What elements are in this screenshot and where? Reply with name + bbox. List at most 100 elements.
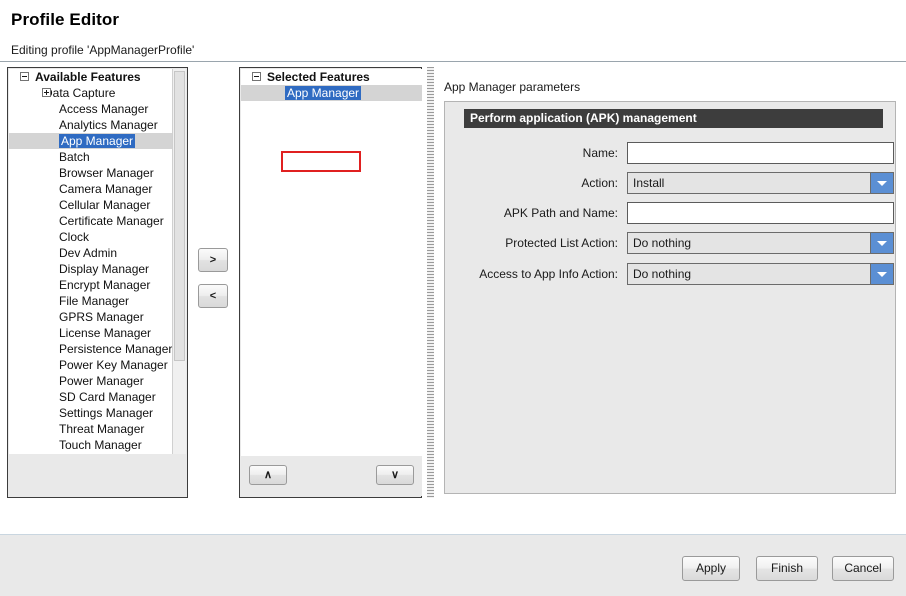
tree-item-label: Batch [59,150,90,164]
tree-item-encrypt-manager[interactable]: Encrypt Manager [9,277,172,293]
tree-item-label: GPRS Manager [59,310,144,324]
page-subtitle: Editing profile 'AppManagerProfile' [11,43,194,57]
input-apk-path-and-name[interactable] [627,202,894,224]
tree-item-camera-manager[interactable]: Camera Manager [9,181,172,197]
tree-group-data-capture[interactable]: Data Capture [9,85,172,101]
collapse-minus-icon[interactable] [20,72,29,81]
collapse-minus-icon[interactable] [252,72,261,81]
tree-item-persistence-manager[interactable]: Persistence Manager [9,341,172,357]
field-label-access-to-app-info-action: Access to App Info Action: [445,263,618,285]
page-title: Profile Editor [11,10,119,30]
tree-item-threat-manager[interactable]: Threat Manager [9,421,172,437]
tree-item-label: Browser Manager [59,166,154,180]
selected-features-panel: Selected Features App Manager ∧ ∨ [239,67,422,498]
window-header: Profile Editor Editing profile 'AppManag… [0,0,906,62]
tree-item-label: App Manager [59,134,135,148]
selected-features-root-label: Selected Features [267,70,370,84]
available-features-panel: Available Features Data Capture Access Man… [7,67,188,498]
tree-item-label: Camera Manager [59,182,152,196]
selected-features-tree[interactable]: Selected Features App Manager [241,69,422,458]
tree-item-label: Encrypt Manager [59,278,150,292]
tree-item-license-manager[interactable]: License Manager [9,325,172,341]
dropdown-value: Do nothing [633,264,691,284]
dropdown-value: Install [633,173,664,193]
tree-item-power-key-manager[interactable]: Power Key Manager [9,357,172,373]
tree-item-label: Certificate Manager [59,214,164,228]
tree-item-label: Power Key Manager [59,358,168,372]
move-down-button[interactable]: ∨ [376,465,414,485]
tree-item-label: File Manager [59,294,129,308]
dropdown-protected-list-action[interactable]: Do nothing [627,232,894,254]
tree-item-label: Power Manager [59,374,144,388]
tree-item-label: Threat Manager [59,422,144,436]
remove-feature-button[interactable]: < [198,284,228,308]
field-label-action: Action: [445,172,618,194]
available-features-scrollbar[interactable] [172,69,186,455]
field-row-protected-list-action: Protected List Action: Do nothing [445,232,897,254]
tree-item-gprs-manager[interactable]: GPRS Manager [9,309,172,325]
field-row-action: Action: Install [445,172,897,194]
selected-features-root[interactable]: Selected Features [241,69,422,85]
selected-feature-item-label: App Manager [285,86,361,100]
parameters-area: App Manager parameters Perform applicati… [441,67,899,498]
field-label-name: Name: [445,142,618,164]
available-features-tree[interactable]: Available Features Data Capture Access Man… [9,69,186,455]
chevron-down-icon[interactable] [870,264,893,284]
transfer-button-group: > < [198,248,230,320]
dropdown-action[interactable]: Install [627,172,894,194]
tree-item-power-manager[interactable]: Power Manager [9,373,172,389]
tree-item-app-manager[interactable]: App Manager [9,133,186,149]
editor-body: Available Features Data Capture Access Man… [0,63,906,533]
parameters-group-title: Perform application (APK) management [464,109,883,128]
chevron-down-icon[interactable] [870,173,893,193]
tree-group-label: Data Capture [44,86,115,100]
tree-item-cellular-manager[interactable]: Cellular Manager [9,197,172,213]
cancel-button[interactable]: Cancel [832,556,894,581]
tree-item-sd-card-manager[interactable]: SD Card Manager [9,389,172,405]
tree-item-label: Clock [59,230,89,244]
tree-item-label: Cellular Manager [59,198,150,212]
tree-item-browser-manager[interactable]: Browser Manager [9,165,172,181]
available-features-root-label: Available Features [35,70,141,84]
tree-item-label: Analytics Manager [59,118,158,132]
tree-item-label: SD Card Manager [59,390,156,404]
move-up-button[interactable]: ∧ [249,465,287,485]
tree-item-settings-manager[interactable]: Settings Manager [9,405,172,421]
tree-item-access-manager[interactable]: Access Manager [9,101,172,117]
field-row-apk-path-and-name: APK Path and Name: [445,202,897,224]
field-row-access-to-app-info-action: Access to App Info Action: Do nothing [445,263,897,285]
panel-splitter-handle[interactable] [427,67,434,498]
tree-item-label: Settings Manager [59,406,153,420]
chevron-down-icon[interactable] [870,233,893,253]
tree-item-label: Display Manager [59,262,149,276]
tree-item-certificate-manager[interactable]: Certificate Manager [9,213,172,229]
parameters-box: Perform application (APK) management Nam… [444,101,896,494]
field-label-protected-list-action: Protected List Action: [445,232,618,254]
tree-item-label: License Manager [59,326,151,340]
selected-feature-item-app-manager[interactable]: App Manager [241,85,422,101]
tree-item-touch-manager[interactable]: Touch Manager [9,437,172,453]
input-name[interactable] [627,142,894,164]
finish-button[interactable]: Finish [756,556,818,581]
tree-item-label: Touch Manager [59,438,142,452]
add-feature-button[interactable]: > [198,248,228,272]
tree-item-label: Persistence Manager [59,342,172,356]
available-features-root[interactable]: Available Features [9,69,172,85]
tree-item-clock[interactable]: Clock [9,229,172,245]
tree-item-dev-admin[interactable]: Dev Admin [9,245,172,261]
apply-button[interactable]: Apply [682,556,740,581]
tree-item-batch[interactable]: Batch [9,149,172,165]
scrollbar-thumb[interactable] [174,71,185,361]
field-row-name: Name: [445,142,897,164]
dropdown-access-to-app-info-action[interactable]: Do nothing [627,263,894,285]
expand-plus-icon[interactable] [42,88,51,97]
tree-item-file-manager[interactable]: File Manager [9,293,172,309]
selected-panel-footer: ∧ ∨ [241,456,422,496]
field-label-apk-path-and-name: APK Path and Name: [445,202,618,224]
dialog-footer: Apply Finish Cancel [0,534,906,596]
tree-item-display-manager[interactable]: Display Manager [9,261,172,277]
dropdown-value: Do nothing [633,233,691,253]
parameters-caption: App Manager parameters [444,80,580,94]
tree-item-analytics-manager[interactable]: Analytics Manager [9,117,172,133]
tree-item-label: Access Manager [59,102,148,116]
